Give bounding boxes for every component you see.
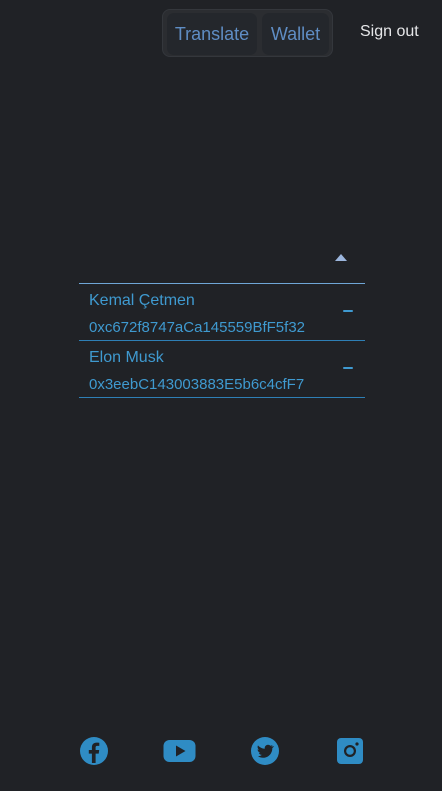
contact-list: Kemal Çetmen 0xc672f8747aCa145559BfF5f32…: [79, 283, 365, 398]
sign-out-link[interactable]: Sign out: [360, 22, 419, 42]
tab-translate[interactable]: Translate: [167, 13, 257, 55]
tab-wallet[interactable]: Wallet: [262, 13, 329, 55]
contact-address: 0xc672f8747aCa145559BfF5f32: [89, 319, 306, 336]
contact-name: Kemal Çetmen: [89, 292, 195, 309]
contact-row[interactable]: Elon Musk 0x3eebC143003883E5b6c4cfF7: [79, 341, 365, 398]
twitter-icon[interactable]: [250, 736, 280, 766]
facebook-icon[interactable]: [79, 736, 109, 766]
contact-address: 0x3eebC143003883E5b6c4cfF7: [89, 376, 305, 393]
youtube-icon[interactable]: [163, 736, 196, 766]
contact-name: Elon Musk: [89, 349, 164, 366]
top-tab-group: Translate Wallet: [162, 9, 333, 57]
remove-contact-button[interactable]: [343, 310, 353, 312]
remove-contact-button[interactable]: [343, 367, 353, 369]
instagram-icon[interactable]: [337, 738, 363, 764]
caret-up-icon[interactable]: [335, 254, 347, 261]
contact-row[interactable]: Kemal Çetmen 0xc672f8747aCa145559BfF5f32: [79, 284, 365, 341]
